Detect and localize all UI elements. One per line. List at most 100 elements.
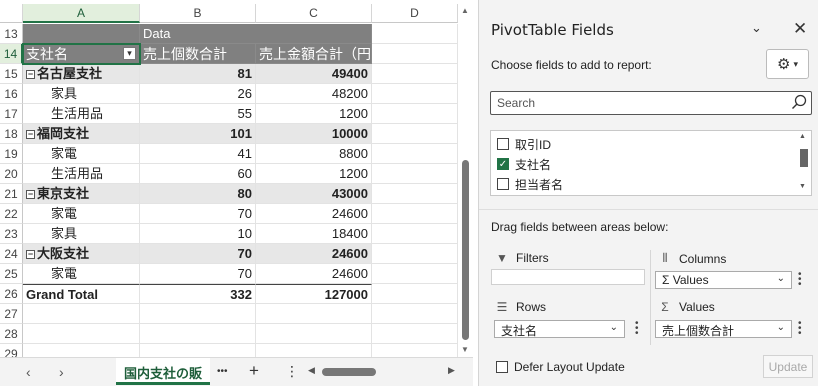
pivot-value-cell[interactable]: 48200 xyxy=(256,84,372,104)
cell[interactable] xyxy=(372,184,458,204)
chevron-down-icon[interactable]: ⌄ xyxy=(751,20,762,36)
cell[interactable] xyxy=(372,84,458,104)
pivot-value-cell[interactable]: 24600 xyxy=(256,264,372,284)
cell[interactable] xyxy=(372,224,458,244)
pivot-value-cell[interactable]: 10000 xyxy=(256,124,372,144)
cell[interactable] xyxy=(372,244,458,264)
sheet-tab-active[interactable]: 国内支社の販 xyxy=(116,358,211,385)
pivot-group-row-label[interactable]: − 福岡支社 xyxy=(23,124,140,144)
pivot-value-cell[interactable]: 101 xyxy=(140,124,256,144)
cell[interactable] xyxy=(256,324,372,344)
pivot-value-cell[interactable]: 10 xyxy=(140,224,256,244)
cell[interactable] xyxy=(372,344,458,357)
field-list-scrollbar[interactable]: ▲ ▼ xyxy=(799,133,809,193)
pivot-data-label[interactable]: Data xyxy=(140,24,372,44)
scroll-up-arrow-icon[interactable]: ▲ xyxy=(799,133,806,140)
chevron-down-icon[interactable]: ⌄ xyxy=(777,273,785,284)
field-checkbox[interactable] xyxy=(497,178,509,190)
pivot-value-cell[interactable]: 8800 xyxy=(256,144,372,164)
more-sheets-icon[interactable]: ••• xyxy=(217,366,228,377)
cell[interactable] xyxy=(140,344,256,357)
drag-handle-icon[interactable]: • • • xyxy=(635,319,639,339)
field-item[interactable]: ✓ 支社名 xyxy=(497,154,551,174)
pivot-value-cell[interactable]: 60 xyxy=(140,164,256,184)
row-header[interactable]: 29 xyxy=(0,344,23,357)
cell[interactable] xyxy=(256,304,372,324)
column-header-c[interactable]: C xyxy=(256,4,372,23)
row-header[interactable]: 27 xyxy=(0,304,23,324)
scroll-down-arrow-icon[interactable]: ▼ xyxy=(799,183,806,190)
field-checkbox-checked[interactable]: ✓ xyxy=(497,158,509,170)
pivot-value-header[interactable]: 売上個数合計 xyxy=(140,44,256,64)
pivot-group-row-label[interactable]: − 名古屋支社 xyxy=(23,64,140,84)
row-header[interactable]: 24 xyxy=(0,244,23,264)
cell[interactable] xyxy=(372,24,458,44)
pivot-value-cell[interactable]: 70 xyxy=(140,264,256,284)
next-sheet-icon[interactable]: › xyxy=(59,364,64,380)
previous-sheet-icon[interactable]: ‹ xyxy=(26,364,31,380)
pivot-value-cell[interactable]: 18400 xyxy=(256,224,372,244)
cell[interactable] xyxy=(372,164,458,184)
grand-total-value[interactable]: 127000 xyxy=(256,284,372,304)
grand-total-label[interactable]: Grand Total xyxy=(23,284,140,304)
pivot-value-cell[interactable]: 55 xyxy=(140,104,256,124)
cell[interactable] xyxy=(372,264,458,284)
pivot-value-cell[interactable]: 26 xyxy=(140,84,256,104)
pivot-value-cell[interactable]: 24600 xyxy=(256,204,372,224)
cell[interactable] xyxy=(256,344,372,357)
pivot-value-cell[interactable]: 43000 xyxy=(256,184,372,204)
scroll-left-arrow-icon[interactable]: ◀ xyxy=(308,365,315,376)
row-header[interactable]: 19 xyxy=(0,144,23,164)
pivot-item-row-label[interactable]: 家電 xyxy=(23,204,140,224)
cell[interactable] xyxy=(372,124,458,144)
row-header[interactable]: 14 xyxy=(0,44,23,64)
scroll-thumb[interactable] xyxy=(462,160,469,340)
pivot-value-cell[interactable]: 70 xyxy=(140,244,256,264)
grand-total-value[interactable]: 332 xyxy=(140,284,256,304)
horizontal-scrollbar[interactable]: ◀ ▶ xyxy=(308,365,458,377)
values-area-item[interactable]: 売上個数合計 ⌄ xyxy=(655,320,792,338)
field-checkbox[interactable] xyxy=(497,138,509,150)
field-list[interactable]: 取引ID ✓ 支社名 担当者名 ▲ ▼ xyxy=(490,130,812,196)
rows-area-item[interactable]: 支社名 ⌄ xyxy=(494,320,625,338)
sheet-options-icon[interactable]: ⋮ xyxy=(285,363,299,380)
field-layout-settings-button[interactable]: ⚙ ▾ xyxy=(766,49,809,79)
row-header[interactable]: 21 xyxy=(0,184,23,204)
cell[interactable] xyxy=(372,144,458,164)
pivot-value-header[interactable]: 売上金額合計（円） xyxy=(256,44,372,64)
row-header[interactable]: 16 xyxy=(0,84,23,104)
scroll-up-arrow-icon[interactable]: ▲ xyxy=(461,6,469,15)
cell[interactable] xyxy=(372,64,458,84)
pivot-item-row-label[interactable]: 生活用品 xyxy=(23,164,140,184)
columns-area-item[interactable]: Σ Values ⌄ xyxy=(655,271,792,289)
pivot-item-row-label[interactable]: 家具 xyxy=(23,84,140,104)
field-item[interactable]: 担当者名 xyxy=(497,174,563,194)
cell[interactable] xyxy=(23,324,140,344)
cell[interactable] xyxy=(23,344,140,357)
row-header[interactable]: 28 xyxy=(0,324,23,344)
vertical-scrollbar[interactable]: ▲ ▼ xyxy=(458,0,473,357)
pivot-item-row-label[interactable]: 家電 xyxy=(23,264,140,284)
pivot-value-cell[interactable]: 80 xyxy=(140,184,256,204)
cell[interactable] xyxy=(140,324,256,344)
cell[interactable] xyxy=(372,104,458,124)
row-header[interactable]: 23 xyxy=(0,224,23,244)
cell[interactable] xyxy=(372,204,458,224)
collapse-icon[interactable]: − xyxy=(26,250,35,259)
scroll-thumb[interactable] xyxy=(322,368,376,376)
pivot-value-cell[interactable]: 49400 xyxy=(256,64,372,84)
collapse-icon[interactable]: − xyxy=(26,130,35,139)
chevron-down-icon[interactable]: ⌄ xyxy=(610,322,618,333)
row-header[interactable]: 18 xyxy=(0,124,23,144)
pivot-corner-cell[interactable] xyxy=(23,24,140,44)
filter-dropdown-icon[interactable]: ▾ xyxy=(123,47,136,60)
row-header[interactable]: 22 xyxy=(0,204,23,224)
row-header[interactable]: 20 xyxy=(0,164,23,184)
cell[interactable] xyxy=(372,304,458,324)
scroll-thumb[interactable] xyxy=(800,149,808,167)
column-header-b[interactable]: B xyxy=(140,4,256,23)
select-all-corner[interactable] xyxy=(0,4,23,23)
pivot-item-row-label[interactable]: 家具 xyxy=(23,224,140,244)
pivot-item-row-label[interactable]: 生活用品 xyxy=(23,104,140,124)
cell[interactable] xyxy=(372,324,458,344)
